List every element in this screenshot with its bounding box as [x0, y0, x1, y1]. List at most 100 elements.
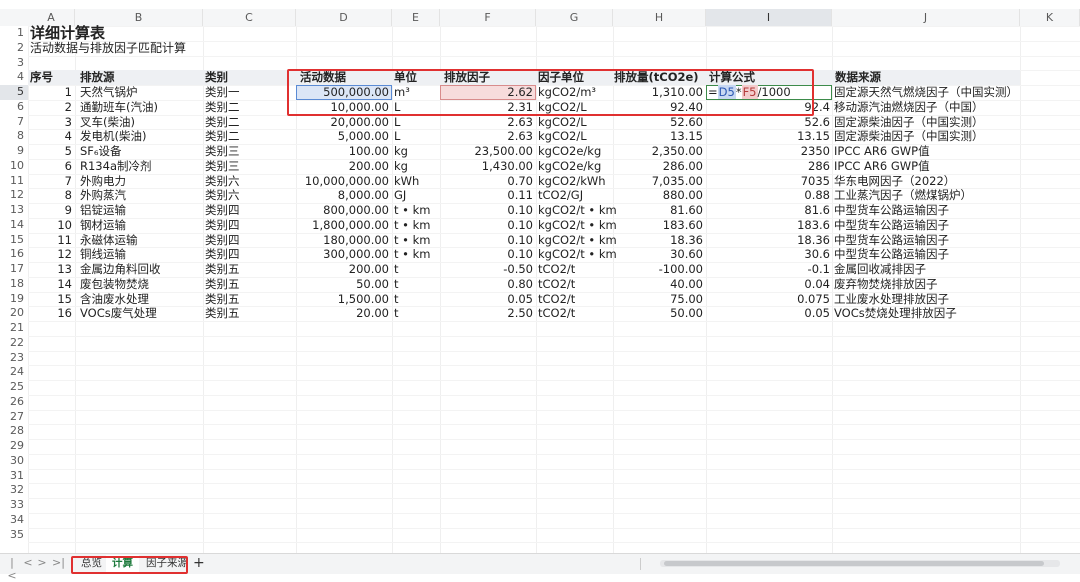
spreadsheet-grid[interactable]: ABCDEFGHIJK 1 2 3 4 5 6 7 8 9 10 11 12 13 14 15 16 17 18 1…	[0, 0, 1080, 553]
row-seq: 7	[64, 173, 72, 188]
row-activity: 8,000.00	[337, 188, 389, 203]
row-factor-unit: kgCO2/t • km	[538, 203, 617, 217]
row-factor: 2.62	[507, 85, 533, 99]
header-factor-unit[interactable]: 因子单位	[538, 70, 584, 85]
add-sheet-button[interactable]: +	[193, 554, 205, 573]
row-header[interactable]: 15	[0, 232, 28, 248]
row-header[interactable]: 32	[0, 483, 28, 498]
row-formula-result: 92.4	[804, 99, 830, 114]
column-header-k[interactable]: K	[1020, 9, 1080, 26]
sheet-tab-bar: |< < > >| 总览 计算 因子来源 +	[0, 553, 1080, 582]
row-header[interactable]: 2	[0, 40, 28, 56]
row-seq: 13	[57, 262, 72, 276]
row-header[interactable]: 9	[0, 144, 28, 159]
row-activity: 5,000.00	[337, 129, 389, 144]
row-header[interactable]: 29	[0, 439, 28, 454]
row-header[interactable]: 19	[0, 291, 28, 307]
row-factor: 0.11	[507, 188, 533, 203]
column-header-f[interactable]: F	[440, 9, 536, 26]
row-category: 类别四	[205, 232, 240, 247]
header-category[interactable]: 类别	[205, 70, 228, 85]
header-unit[interactable]: 单位	[394, 70, 417, 85]
column-header-i[interactable]: I	[706, 9, 832, 26]
row-header[interactable]: 4	[0, 70, 28, 85]
row-header[interactable]: 11	[0, 173, 28, 189]
header-factor[interactable]: 排放因子	[444, 70, 490, 85]
tab-overview[interactable]: 总览	[75, 555, 108, 572]
scrollbar-thumb[interactable]	[664, 561, 1044, 566]
row-category: 类别四	[205, 203, 240, 217]
tab-factor-sources[interactable]: 因子来源	[140, 555, 194, 572]
header-seq[interactable]: 序号	[30, 70, 53, 85]
row-unit: t	[394, 291, 399, 306]
formula-editor[interactable]: =D5*F5/1000	[708, 85, 791, 100]
row-header[interactable]: 26	[0, 394, 28, 410]
row-activity: 800,000.00	[323, 203, 389, 217]
row-header[interactable]: 28	[0, 424, 28, 439]
row-source: 含油废水处理	[80, 291, 149, 306]
row-formula-result: 18.36	[797, 232, 830, 247]
header-activity[interactable]: 活动数据	[300, 70, 346, 85]
row-header[interactable]: 8	[0, 129, 28, 144]
row-emission: 183.60	[662, 217, 703, 232]
row-header[interactable]: 21	[0, 321, 28, 336]
column-header-j[interactable]: J	[832, 9, 1020, 26]
row-header[interactable]: 35	[0, 527, 28, 543]
row-header[interactable]: 33	[0, 498, 28, 513]
row-formula-result: 0.075	[797, 291, 830, 306]
row-data-source: 固定源柴油因子（中国实测）	[834, 114, 984, 129]
row-header[interactable]: 3	[0, 55, 28, 71]
column-header-h[interactable]: H	[613, 9, 706, 26]
row-source: 铝锭运输	[80, 203, 126, 217]
row-header[interactable]: 14	[0, 217, 28, 233]
row-emission: 880.00	[662, 188, 703, 203]
row-header[interactable]: 24	[0, 365, 28, 380]
row-header[interactable]: 23	[0, 350, 28, 366]
row-header[interactable]: 30	[0, 453, 28, 469]
row-data-source: 移动源汽油燃烧因子（中国）	[834, 99, 984, 114]
row-source: 天然气锅炉	[80, 85, 138, 99]
row-header[interactable]: 20	[0, 306, 28, 321]
row-seq: 10	[57, 217, 72, 232]
column-header-e[interactable]: E	[392, 9, 440, 26]
header-source[interactable]: 排放源	[80, 70, 115, 85]
row-activity: 50.00	[356, 276, 389, 291]
column-header-d[interactable]: D	[296, 9, 392, 26]
row-header[interactable]: 34	[0, 512, 28, 528]
row-header[interactable]: 18	[0, 276, 28, 292]
header-data-source[interactable]: 数据来源	[835, 70, 881, 85]
prev-sheet-icon[interactable]: <	[22, 556, 34, 569]
row-header[interactable]: 6	[0, 99, 28, 115]
header-formula[interactable]: 计算公式	[709, 70, 755, 85]
row-header[interactable]: 16	[0, 247, 28, 262]
column-header-g[interactable]: G	[536, 9, 613, 26]
horizontal-scrollbar[interactable]	[660, 560, 1060, 567]
row-header[interactable]: 27	[0, 409, 28, 425]
row-data-source: 中型货车公路运输因子	[834, 203, 949, 217]
row-header[interactable]: 10	[0, 158, 28, 174]
row-header[interactable]: 7	[0, 114, 28, 130]
row-category: 类别五	[205, 262, 240, 276]
column-header-c[interactable]: C	[203, 9, 296, 26]
row-formula-result: 0.04	[804, 276, 830, 291]
row-header[interactable]: 1	[0, 26, 28, 41]
row-factor: 0.10	[507, 203, 533, 217]
row-header[interactable]: 13	[0, 203, 28, 218]
row-header[interactable]: 12	[0, 188, 28, 203]
row-header[interactable]: 5	[0, 85, 28, 100]
row-seq: 12	[57, 247, 72, 262]
next-sheet-icon[interactable]: >	[36, 556, 48, 569]
last-sheet-icon[interactable]: >|	[52, 556, 65, 569]
row-header[interactable]: 31	[0, 468, 28, 484]
row-source: SF₆设备	[80, 144, 122, 158]
row-header[interactable]: 25	[0, 380, 28, 395]
row-emission: 18.36	[670, 232, 703, 247]
row-header[interactable]: 22	[0, 335, 28, 351]
first-sheet-icon[interactable]: |<	[6, 556, 18, 582]
row-header[interactable]: 17	[0, 262, 28, 277]
header-emission[interactable]: 排放量(tCO2e)	[614, 70, 699, 85]
row-factor-unit: kgCO2/t • km	[538, 247, 617, 262]
row-factor-unit: tCO2/t	[538, 306, 576, 321]
row-data-source: IPCC AR6 GWP值	[834, 144, 930, 158]
tab-calculation[interactable]: 计算	[106, 555, 139, 574]
